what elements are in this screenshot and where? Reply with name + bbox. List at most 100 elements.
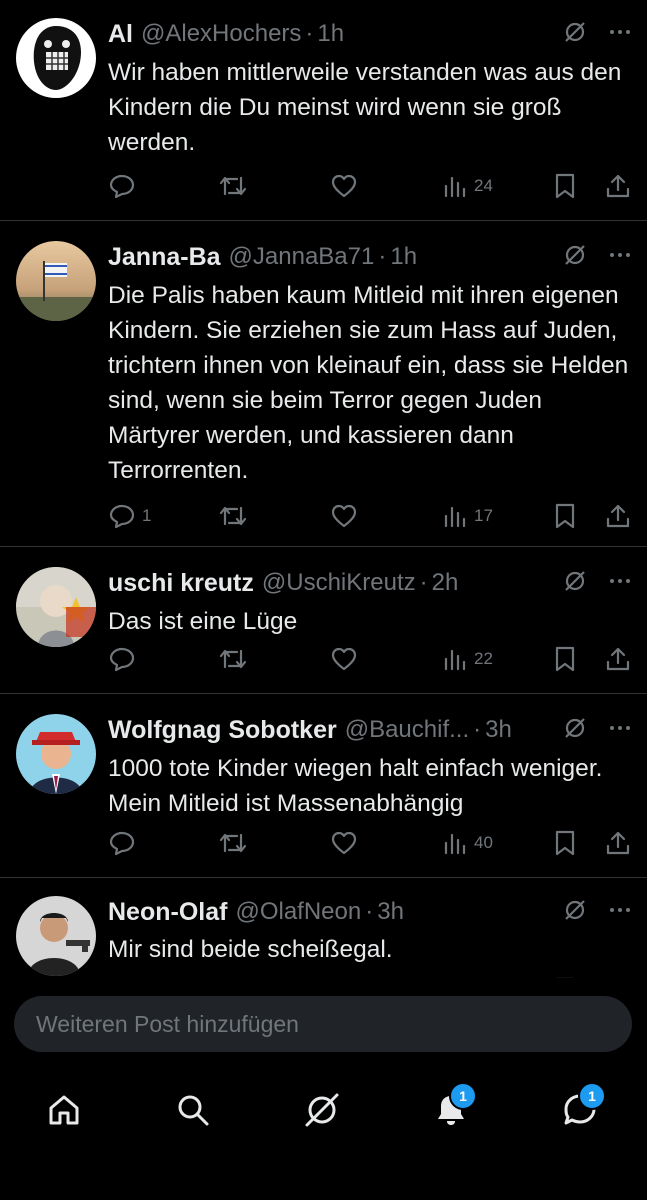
reply-button[interactable] (108, 974, 136, 978)
post[interactable]: Neon-Olaf @OlafNeon · 3h Mir sind beide … (0, 878, 647, 978)
nav-search[interactable] (163, 1082, 223, 1142)
post-actions: 1 17 (108, 500, 631, 532)
separator: · (305, 20, 314, 47)
nav-messages[interactable]: 1 (550, 1082, 610, 1142)
bookmark-button[interactable] (552, 643, 578, 675)
like-button[interactable] (330, 170, 358, 202)
author-name[interactable]: Neon-Olaf (108, 898, 227, 927)
post[interactable]: Janna-Ba @JannaBa71 · 1h Die Palis haben… (0, 221, 647, 547)
grok-icon[interactable] (563, 20, 587, 49)
post-time[interactable]: 3h (377, 898, 404, 926)
repost-button[interactable] (218, 643, 248, 675)
nav-home[interactable] (34, 1082, 94, 1142)
avatar[interactable] (16, 896, 96, 976)
like-icon (330, 645, 358, 673)
post[interactable]: uschi kreutz @UschiKreutz · 2h Das ist e… (0, 547, 647, 694)
view-count: 22 (474, 649, 493, 668)
like-icon (330, 976, 358, 978)
view-count: 24 (474, 176, 493, 195)
reply-icon (108, 645, 136, 673)
avatar[interactable] (16, 714, 96, 794)
more-icon[interactable] (609, 20, 631, 49)
bookmark-button[interactable] (552, 974, 578, 978)
replies-feed: Al @AlexHochers · 1h Wir haben mittlerwe… (0, 0, 647, 978)
share-button[interactable] (604, 643, 632, 675)
nav-grok[interactable] (292, 1082, 352, 1142)
separator: · (473, 716, 482, 743)
grok-icon[interactable] (563, 898, 587, 927)
grok-icon[interactable] (563, 716, 587, 745)
post-actions: 22 (108, 643, 631, 675)
post-actions (108, 974, 631, 978)
post-actions: 40 (108, 827, 631, 859)
share-icon (604, 829, 632, 857)
author-name[interactable]: Janna-Ba (108, 243, 221, 272)
author-handle[interactable]: @OlafNeon (235, 898, 361, 926)
views-icon (442, 829, 468, 857)
reply-input[interactable] (34, 1009, 598, 1039)
post-text: 1000 tote Kinder wiegen halt einfach wen… (108, 755, 603, 817)
like-button[interactable] (330, 643, 358, 675)
author-name[interactable]: Wolfgnag Sobotker (108, 716, 337, 745)
reply-button[interactable] (108, 170, 142, 202)
post[interactable]: Al @AlexHochers · 1h Wir haben mittlerwe… (0, 0, 647, 221)
author-name[interactable]: Al (108, 20, 133, 49)
post-time[interactable]: 2h (432, 569, 459, 597)
bookmark-button[interactable] (552, 827, 578, 859)
author-handle[interactable]: @JannaBa71 (229, 243, 375, 271)
share-button[interactable] (604, 170, 632, 202)
repost-button[interactable] (218, 974, 248, 978)
post-text: Die Palis haben kaum Mitleid mit ihren e… (108, 282, 629, 484)
author-name[interactable]: uschi kreutz (108, 569, 254, 598)
share-icon (604, 645, 632, 673)
more-icon[interactable] (609, 898, 631, 927)
separator: · (365, 898, 374, 925)
nav-notifications[interactable]: 1 (421, 1082, 481, 1142)
post-actions: 24 (108, 170, 631, 202)
share-button[interactable] (604, 827, 632, 859)
like-button[interactable] (330, 500, 358, 532)
post-time[interactable]: 3h (485, 716, 512, 744)
author-handle[interactable]: @Bauchif... (345, 716, 469, 744)
bookmark-icon (552, 502, 578, 530)
post[interactable]: Wolfgnag Sobotker @Bauchif... · 3h 1000 … (0, 694, 647, 878)
grok-icon[interactable] (563, 569, 587, 598)
reply-button[interactable]: 1 (108, 500, 151, 532)
more-icon[interactable] (609, 716, 631, 745)
bookmark-icon (552, 645, 578, 673)
author-handle[interactable]: @AlexHochers (141, 20, 301, 48)
reply-button[interactable] (108, 827, 142, 859)
like-button[interactable] (330, 974, 358, 978)
bookmark-button[interactable] (552, 170, 578, 202)
views-button[interactable]: 17 (442, 500, 493, 532)
post-time[interactable]: 1h (390, 243, 417, 271)
repost-button[interactable] (218, 170, 248, 202)
bookmark-button[interactable] (552, 500, 578, 532)
like-button[interactable] (330, 827, 358, 859)
author-handle[interactable]: @UschiKreutz (262, 569, 416, 597)
post-text: Das ist eine Lüge (108, 608, 298, 635)
post-text: Wir haben mittlerweile verstanden was au… (108, 59, 622, 156)
views-button[interactable]: 40 (442, 827, 493, 859)
views-button[interactable]: 22 (442, 643, 493, 675)
share-button[interactable] (604, 500, 632, 532)
repost-button[interactable] (218, 500, 248, 532)
more-icon[interactable] (609, 243, 631, 272)
avatar[interactable] (16, 567, 96, 647)
avatar[interactable] (16, 18, 96, 98)
repost-icon (218, 502, 248, 530)
reply-button[interactable] (108, 643, 142, 675)
repost-button[interactable] (218, 827, 248, 859)
views-button[interactable]: 24 (442, 170, 493, 202)
repost-icon (218, 645, 248, 673)
grok-icon[interactable] (563, 243, 587, 272)
reply-composer[interactable] (14, 996, 632, 1052)
repost-icon (218, 172, 248, 200)
separator: · (378, 243, 387, 270)
more-icon[interactable] (609, 569, 631, 598)
avatar[interactable] (16, 241, 96, 321)
grok-nav-icon (303, 1091, 341, 1134)
view-count: 17 (474, 506, 493, 525)
post-time[interactable]: 1h (317, 20, 344, 48)
messages-badge: 1 (578, 1082, 606, 1110)
